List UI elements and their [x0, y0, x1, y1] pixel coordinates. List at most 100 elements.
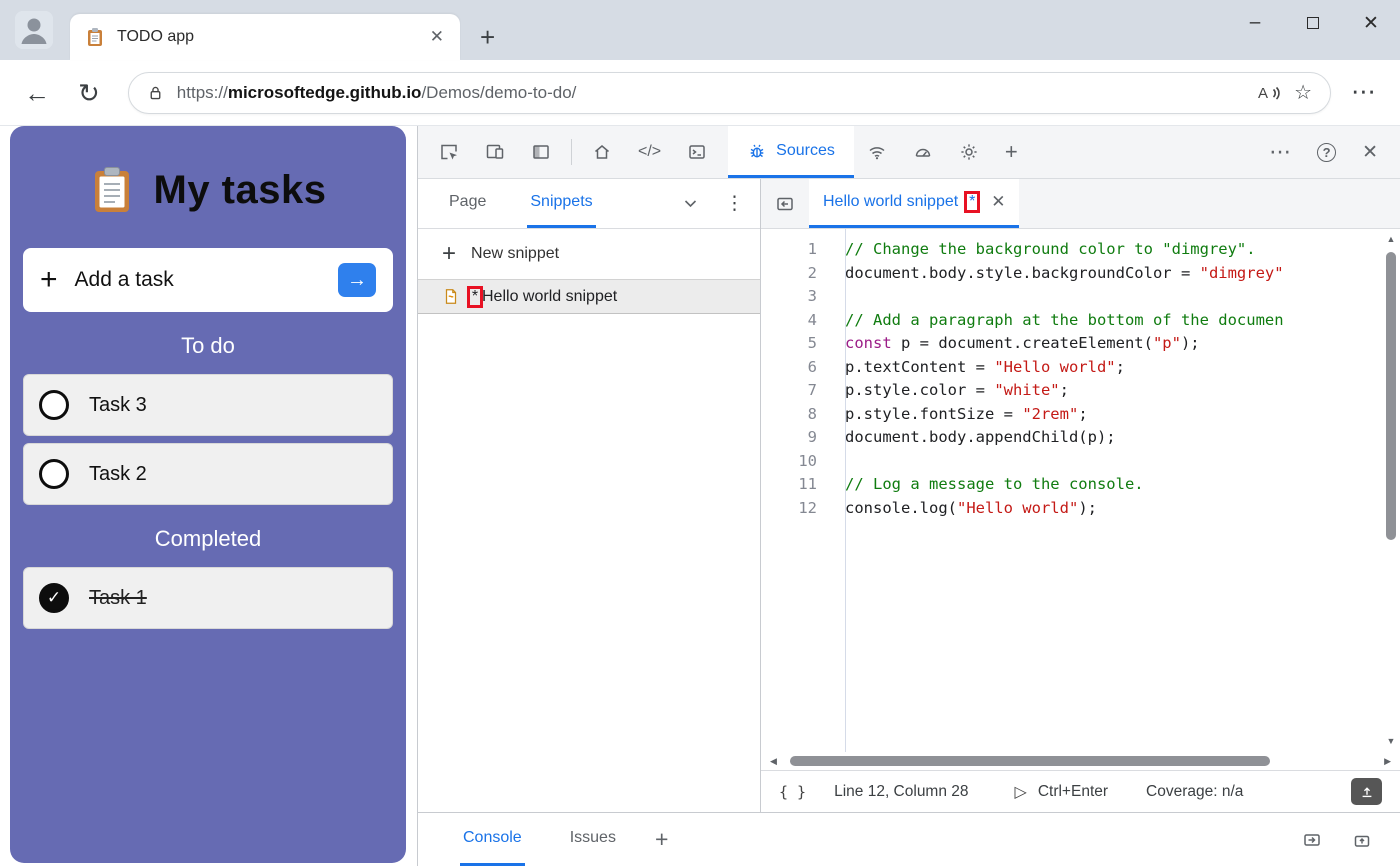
task-row[interactable]: Task 3 [23, 374, 393, 436]
code-text: document.body.appendChild(p); [831, 426, 1116, 450]
horizontal-scroll-track[interactable] [784, 752, 1377, 770]
tab-snippets[interactable]: Snippets [527, 179, 595, 228]
hide-navigator-icon[interactable] [761, 179, 809, 228]
code-line[interactable]: 10 [761, 450, 1382, 474]
code-text: document.body.style.backgroundColor = "d… [831, 262, 1284, 286]
expand-drawer-icon[interactable] [1352, 830, 1372, 850]
code-line[interactable]: 8p.style.fontSize = "2rem"; [761, 403, 1382, 427]
back-button[interactable]: ← [24, 80, 50, 106]
task-row[interactable]: Task 2 [23, 443, 393, 505]
code-line[interactable]: 2document.body.style.backgroundColor = "… [761, 262, 1382, 286]
more-drawer-tools-icon[interactable]: + [655, 813, 668, 866]
device-emulation-icon[interactable] [472, 126, 518, 178]
page-content: My tasks + Add a task → To do Task 3 Tas… [0, 126, 417, 866]
more-tabs-chevron-icon[interactable] [684, 179, 697, 228]
code-line[interactable]: 6p.textContent = "Hello world"; [761, 356, 1382, 380]
url-host: microsoftedge.github.io [228, 83, 422, 102]
more-tools-plus-icon[interactable]: + [992, 126, 1031, 178]
close-tab-icon[interactable]: ✕ [991, 192, 1005, 212]
tab-close-icon[interactable]: ✕ [430, 27, 444, 47]
navigator-menu-icon[interactable]: ⋮ [725, 179, 744, 228]
inspect-element-icon[interactable] [426, 126, 472, 178]
code-line[interactable]: 5const p = document.createElement("p"); [761, 332, 1382, 356]
save-overrides-button[interactable] [1351, 778, 1382, 805]
pretty-print-icon[interactable]: { } [779, 783, 806, 801]
line-number[interactable]: 12 [761, 497, 831, 521]
performance-icon[interactable] [900, 126, 946, 178]
line-number[interactable]: 8 [761, 403, 831, 427]
new-snippet-label: New snippet [471, 245, 559, 263]
vertical-scrollbar[interactable]: ▲ ▼ [1382, 229, 1400, 752]
favorites-star-icon[interactable]: ☆ [1294, 80, 1312, 105]
minimize-button[interactable]: – [1226, 0, 1284, 46]
task-checkbox-checked[interactable]: ✓ [39, 583, 69, 613]
code-line[interactable]: 7p.style.color = "white"; [761, 379, 1382, 403]
close-devtools-icon[interactable]: ✕ [1349, 126, 1400, 178]
read-aloud-icon[interactable]: A [1257, 83, 1281, 103]
tab-console[interactable]: Console [460, 813, 525, 866]
line-number[interactable]: 1 [761, 238, 831, 262]
svg-text:A: A [1258, 85, 1268, 102]
line-number[interactable]: 9 [761, 426, 831, 450]
line-number[interactable]: 6 [761, 356, 831, 380]
submit-task-button[interactable]: → [338, 263, 376, 297]
code-line[interactable]: 4// Add a paragraph at the bottom of the… [761, 309, 1382, 333]
code-line[interactable]: 3 [761, 285, 1382, 309]
vertical-scroll-track[interactable] [1382, 244, 1400, 737]
scroll-down-icon[interactable]: ▼ [1387, 737, 1396, 746]
task-row[interactable]: ✓ Task 1 [23, 567, 393, 629]
editor-tab[interactable]: Hello world snippet * ✕ [809, 179, 1019, 228]
customize-devtools-icon[interactable]: ⋯ [1256, 126, 1304, 178]
browser-menu-icon[interactable]: ⋯ [1351, 80, 1376, 105]
debug-bug-icon [747, 141, 767, 161]
url-path: /Demos/demo-to-do/ [421, 83, 576, 102]
maximize-button[interactable] [1284, 0, 1342, 46]
code-line[interactable]: 11// Log a message to the console. [761, 473, 1382, 497]
line-number[interactable]: 7 [761, 379, 831, 403]
run-snippet-icon[interactable]: ▷ [1015, 782, 1027, 802]
line-number[interactable]: 11 [761, 473, 831, 497]
content-area: My tasks + Add a task → To do Task 3 Tas… [0, 126, 1400, 866]
tab-page[interactable]: Page [446, 179, 489, 228]
line-number[interactable]: 4 [761, 309, 831, 333]
task-checkbox[interactable] [39, 390, 69, 420]
scroll-left-icon[interactable]: ◀ [770, 757, 777, 766]
refresh-button[interactable]: ↻ [78, 80, 100, 106]
elements-panel-icon[interactable]: </> [625, 126, 674, 178]
scroll-right-icon[interactable]: ▶ [1384, 757, 1391, 766]
horizontal-scroll-thumb[interactable] [790, 756, 1270, 766]
line-number[interactable]: 5 [761, 332, 831, 356]
scroll-up-icon[interactable]: ▲ [1387, 235, 1396, 244]
horizontal-scrollbar[interactable]: ◀ ▶ [761, 752, 1400, 770]
section-heading-completed: Completed [23, 526, 393, 552]
vertical-scroll-thumb[interactable] [1386, 252, 1396, 540]
code-line[interactable]: 1// Change the background color to "dimg… [761, 238, 1382, 262]
close-window-button[interactable]: ✕ [1342, 0, 1400, 46]
address-bar[interactable]: https://microsoftedge.github.io/Demos/de… [128, 72, 1331, 114]
code-line[interactable]: 12console.log("Hello world"); [761, 497, 1382, 521]
tab-sources[interactable]: Sources [728, 126, 854, 178]
welcome-home-icon[interactable] [579, 126, 625, 178]
plus-icon: + [442, 242, 456, 266]
browser-tab[interactable]: TODO app ✕ [70, 14, 460, 60]
snippet-list-item[interactable]: * Hello world snippet [418, 279, 760, 314]
code-editor[interactable]: 1// Change the background color to "dimg… [761, 229, 1382, 752]
tab-issues[interactable]: Issues [567, 813, 619, 866]
drawer-right-icons [1302, 813, 1372, 866]
add-task-card[interactable]: + Add a task → [23, 248, 393, 312]
network-conditions-icon[interactable] [854, 126, 900, 178]
help-icon[interactable]: ? [1304, 126, 1349, 178]
line-number[interactable]: 10 [761, 450, 831, 474]
profile-avatar[interactable] [15, 11, 53, 49]
settings-gear-icon[interactable] [946, 126, 992, 178]
code-line[interactable]: 9document.body.appendChild(p); [761, 426, 1382, 450]
line-number[interactable]: 2 [761, 262, 831, 286]
new-snippet-button[interactable]: + New snippet [418, 229, 760, 279]
dock-side-icon[interactable] [518, 126, 564, 178]
console-panel-icon[interactable] [674, 126, 720, 178]
task-checkbox[interactable] [39, 459, 69, 489]
site-permissions-icon[interactable] [147, 84, 164, 102]
line-number[interactable]: 3 [761, 285, 831, 309]
new-tab-button[interactable]: + [480, 24, 495, 50]
dock-drawer-icon[interactable] [1302, 830, 1322, 850]
